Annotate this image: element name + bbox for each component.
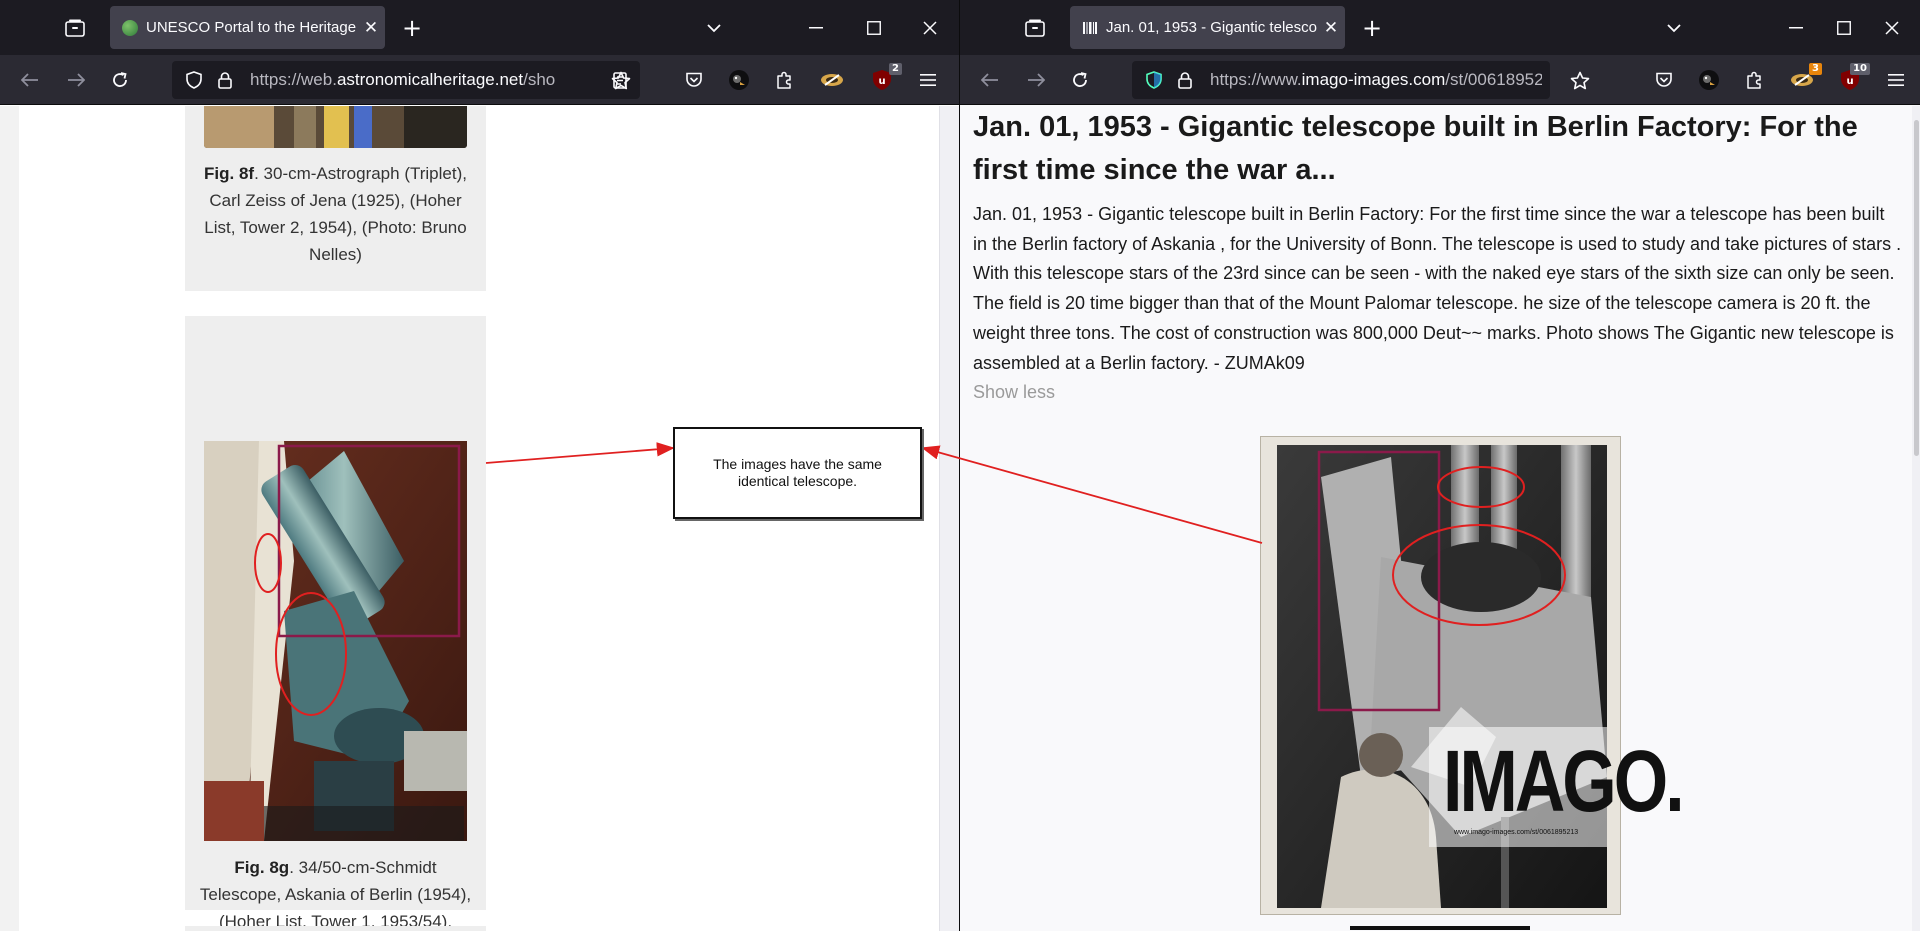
new-tab-button[interactable]: + (398, 14, 426, 42)
hamburger-menu-icon[interactable] (914, 66, 942, 94)
next-figure-card (185, 926, 486, 931)
astrograph-photo (204, 106, 467, 148)
tab-imago-telescope[interactable]: Jan. 01, 1953 - Gigantic telescop ✕ (1070, 6, 1345, 49)
extension-creature-icon[interactable] (725, 66, 753, 94)
url-path: /sho (523, 70, 556, 89)
figure-8f-caption: Fig. 8f. 30-cm-Astrograph (Triplet), Car… (195, 160, 476, 268)
ublock-badge: 2 (889, 63, 902, 75)
list-all-tabs-icon[interactable] (700, 14, 728, 42)
minimize-icon[interactable] (1782, 14, 1810, 42)
reload-icon[interactable] (106, 66, 134, 94)
svg-text:u: u (878, 76, 885, 87)
tracking-protection-shield-icon[interactable] (1140, 66, 1168, 94)
url-bar[interactable]: https://web.astronomicalheritage.net/sho (172, 61, 640, 99)
ublock-origin-icon[interactable]: u 10 (1836, 63, 1870, 94)
maximize-icon[interactable] (1830, 14, 1858, 42)
svg-text:u: u (1846, 76, 1853, 87)
list-all-tabs-icon[interactable] (1660, 14, 1688, 42)
tab-unesco-portal[interactable]: UNESCO Portal to the Heritage ✕ (110, 6, 385, 49)
forward-arrow-icon[interactable] (1022, 66, 1050, 94)
extension-stylus-icon[interactable] (818, 66, 846, 94)
ublock-origin-icon[interactable]: u 2 (868, 63, 902, 94)
figure-label: Fig. 8g (234, 858, 290, 877)
schmidt-telescope-photo (204, 441, 467, 841)
back-arrow-icon[interactable] (976, 66, 1004, 94)
extensions-puzzle-icon[interactable] (1740, 66, 1768, 94)
extension-badge: 3 (1809, 63, 1822, 75)
figure-8f-card: Fig. 8f. 30-cm-Astrograph (Triplet), Car… (185, 106, 486, 291)
tracking-protection-shield-icon[interactable] (180, 66, 208, 94)
pocket-icon[interactable] (1650, 66, 1678, 94)
bookmark-star-icon[interactable] (1566, 66, 1594, 94)
url-text[interactable]: https://web.astronomicalheritage.net/sho (250, 61, 600, 99)
url-text[interactable]: https://www.imago-images.com/st/00618952 (1210, 61, 1542, 99)
scrollbar[interactable] (1912, 106, 1920, 931)
lock-icon[interactable] (1172, 66, 1198, 94)
minimize-icon[interactable] (802, 14, 830, 42)
firefox-view-icon[interactable] (60, 14, 90, 42)
forward-arrow-icon[interactable] (62, 66, 90, 94)
close-window-icon[interactable] (916, 14, 944, 42)
thumbnail-strip (1350, 926, 1530, 930)
reload-icon[interactable] (1066, 66, 1094, 94)
globe-icon (122, 19, 138, 36)
right-browser-window: Jan. 01, 1953 - Gigantic telescop ✕ + ht… (960, 0, 1920, 931)
lock-icon[interactable] (212, 66, 238, 94)
close-tab-icon[interactable]: ✕ (357, 18, 385, 38)
new-tab-button[interactable]: + (1358, 14, 1386, 42)
scrollbar[interactable] (939, 106, 959, 931)
imago-watermark-url: www.imago-images.com/st/0061895213 (1454, 829, 1579, 836)
figure-8g-caption: Fig. 8g. 34/50-cm-Schmidt Telescope, Ask… (195, 854, 476, 931)
photo-title: Jan. 01, 1953 - Gigantic telescope built… (973, 111, 1858, 186)
back-arrow-icon[interactable] (16, 66, 44, 94)
url-domain: imago-images.com (1301, 70, 1446, 89)
navigation-toolbar: https://web.astronomicalheritage.net/sho… (0, 55, 959, 105)
photo-description: Jan. 01, 1953 - Gigantic telescope built… (973, 204, 1902, 373)
barcode-favicon-icon (1082, 20, 1098, 36)
url-prefix: https://web. (250, 70, 337, 89)
url-bar[interactable]: https://www.imago-images.com/st/00618952 (1132, 61, 1550, 99)
pocket-icon[interactable] (680, 66, 708, 94)
tab-bar: UNESCO Portal to the Heritage ✕ + (0, 0, 959, 55)
ublock-badge: 10 (1850, 63, 1870, 75)
close-tab-icon[interactable]: ✕ (1317, 18, 1345, 38)
close-window-icon[interactable] (1878, 14, 1906, 42)
extensions-puzzle-icon[interactable] (770, 66, 798, 94)
firefox-view-icon[interactable] (1020, 14, 1050, 42)
tab-title: Jan. 01, 1953 - Gigantic telescop (1106, 19, 1317, 36)
navigation-toolbar: https://www.imago-images.com/st/00618952… (960, 55, 1920, 105)
url-path: /st/00618952 (1445, 70, 1542, 89)
figure-label: Fig. 8f (204, 164, 255, 183)
url-prefix: https://www. (1210, 70, 1302, 89)
annotation-callout: The images have the same identical teles… (673, 427, 922, 519)
extension-creature-icon[interactable] (1695, 66, 1723, 94)
page-content: Jan. 01, 1953 - Gigantic telescope built… (960, 106, 1920, 931)
scrollbar-thumb[interactable] (1914, 120, 1919, 456)
maximize-icon[interactable] (860, 14, 888, 42)
tab-bar: Jan. 01, 1953 - Gigantic telescop ✕ + (960, 0, 1920, 55)
bookmark-star-icon[interactable] (607, 66, 635, 94)
show-less-link[interactable]: Show less (973, 382, 1055, 403)
page-margin (0, 106, 19, 931)
figure-8g-card: Fig. 8g. 34/50-cm-Schmidt Telescope, Ask… (185, 316, 486, 931)
extension-stylus-icon[interactable]: 3 (1788, 63, 1822, 94)
url-domain: astronomicalheritage.net (336, 70, 524, 89)
imago-watermark: IMAGO. (1443, 732, 1685, 830)
historic-telescope-photo[interactable]: IMAGO. www.imago-images.com/st/006189521… (1260, 436, 1685, 915)
hamburger-menu-icon[interactable] (1882, 66, 1910, 94)
tab-title: UNESCO Portal to the Heritage (146, 19, 357, 36)
